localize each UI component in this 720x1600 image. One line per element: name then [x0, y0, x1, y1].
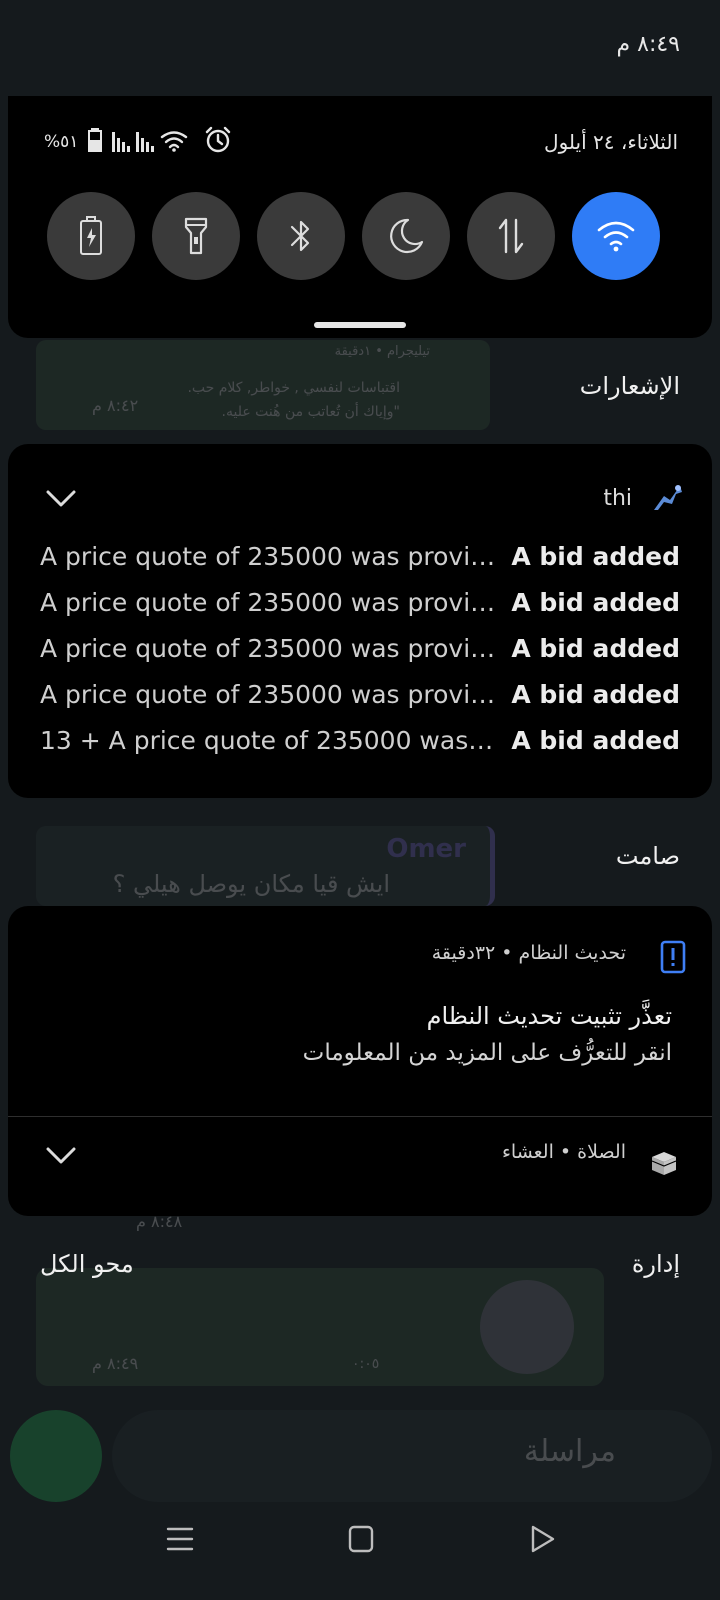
do-not-disturb-tile[interactable] [362, 192, 450, 280]
notification-title: A bid added [511, 541, 680, 571]
voice-message-bubble: ٠:٠٥ ٨:٤٩ م [36, 1268, 604, 1386]
mobile-data-tile[interactable] [467, 192, 555, 280]
wifi-icon [597, 221, 635, 252]
signal-icon [112, 132, 154, 152]
wifi-tile[interactable] [572, 192, 660, 280]
status-time: ٨:٤٩ م [616, 32, 681, 57]
notification-title: A bid added [511, 587, 680, 617]
message-time: ٨:٤٢ م [92, 396, 139, 415]
avatar [480, 1280, 574, 1374]
telegram-meta: تيليجرام • ١دقيقة [334, 344, 430, 359]
notification-body: A price quote of 235000 was provided for… [40, 633, 497, 663]
data-arrows-icon [498, 218, 524, 254]
battery-bolt-icon [80, 216, 102, 255]
reply-text: ايش قيا مكان يوصل هيلي ؟ [112, 870, 390, 898]
wifi-status-icon [160, 131, 188, 152]
grouped-notification-card[interactable]: thi A price quote of 235000 was provided… [8, 444, 712, 798]
sender-name: Omer [386, 834, 466, 864]
message-time: ٨:٤٩ م [92, 1354, 139, 1373]
panel-drag-handle[interactable] [314, 322, 406, 328]
notification-app-meta: تحديث النظام • ٣٢دقيقة [431, 942, 626, 964]
notifications-heading: الإشعارات [579, 372, 680, 400]
menu-icon[interactable] [166, 1526, 194, 1552]
notification-title: تعذَّر تثبيت تحديث النظام [426, 1002, 672, 1030]
date-label: الثلاثاء، ٢٤ أيلول [544, 130, 678, 154]
kaaba-icon [651, 1152, 677, 1175]
chevron-down-icon[interactable] [46, 1147, 76, 1165]
notification-row[interactable]: A price quote of 235000 was provided for… [40, 580, 680, 624]
app-logo-icon [654, 485, 682, 510]
navigation-bar [0, 1490, 720, 1600]
chevron-down-icon[interactable] [46, 490, 76, 508]
app-name: thi [603, 486, 632, 511]
clear-all-button[interactable]: محو الكل [40, 1250, 134, 1278]
notification-row[interactable]: A price quote of 235000 was provided for… [40, 534, 680, 578]
home-icon[interactable] [348, 1525, 374, 1553]
system-update-notification[interactable]: تحديث النظام • ٣٢دقيقة تعذَّر تثبيت تحدي… [8, 906, 712, 1116]
notification-row[interactable]: 13 + A price quote of 235000 was provide… [40, 718, 680, 762]
flashlight-tile[interactable] [152, 192, 240, 280]
notification-body: A price quote of 235000 was provided for… [40, 679, 497, 709]
quick-settings-panel: الثلاثاء، ٢٤ أيلول %٥١ [8, 96, 712, 338]
flashlight-icon [184, 217, 208, 255]
telegram-text: اقتباسات لنفسي , خواطر, كلام حب. [187, 380, 400, 396]
moon-icon [390, 218, 424, 254]
reply-bubble: Omer ايش قيا مكان يوصل هيلي ؟ [36, 826, 495, 906]
notification-title: A bid added [511, 679, 680, 709]
telegram-text-2: "وإياك أن تُعاتب من هُنت عليه. [221, 404, 400, 420]
bluetooth-tile[interactable] [257, 192, 345, 280]
voice-duration: ٠:٠٥ [352, 1356, 380, 1372]
mic-icon [10, 1410, 102, 1502]
telegram-preview-bubble: تيليجرام • ١دقيقة اقتباسات لنفسي , خواطر… [36, 340, 490, 430]
notification-row[interactable]: A price quote of 235000 was provided for… [40, 626, 680, 670]
notification-title: A bid added [511, 725, 680, 755]
manage-button[interactable]: إدارة [632, 1250, 680, 1278]
message-input-bar: مراسلة [112, 1410, 712, 1502]
alarm-icon [205, 126, 231, 153]
notification-body: A price quote of 235000 was provided for… [40, 541, 497, 571]
notification-row[interactable]: A price quote of 235000 was provided for… [40, 672, 680, 716]
phone-alert-icon [660, 940, 686, 974]
battery-percent: %٥١ [44, 132, 79, 152]
notification-body: A price quote of 235000 was provided for… [40, 587, 497, 617]
back-icon[interactable] [530, 1524, 556, 1554]
battery-saver-tile[interactable] [47, 192, 135, 280]
bluetooth-icon [290, 220, 310, 252]
silent-heading: صامت [615, 842, 680, 870]
notification-body: انقر للتعرُّف على المزيد من المعلومات [302, 1040, 672, 1066]
notification-title: A bid added [511, 633, 680, 663]
prayer-notification[interactable]: الصلاة • العشاء [8, 1117, 712, 1216]
notification-app-meta: الصلاة • العشاء [501, 1141, 626, 1163]
notification-body: 13 + A price quote of 235000 was provide… [40, 725, 497, 755]
battery-icon [88, 128, 102, 152]
silent-notifications-card: تحديث النظام • ٣٢دقيقة تعذَّر تثبيت تحدي… [8, 906, 712, 1216]
message-input: مراسلة [523, 1434, 616, 1469]
